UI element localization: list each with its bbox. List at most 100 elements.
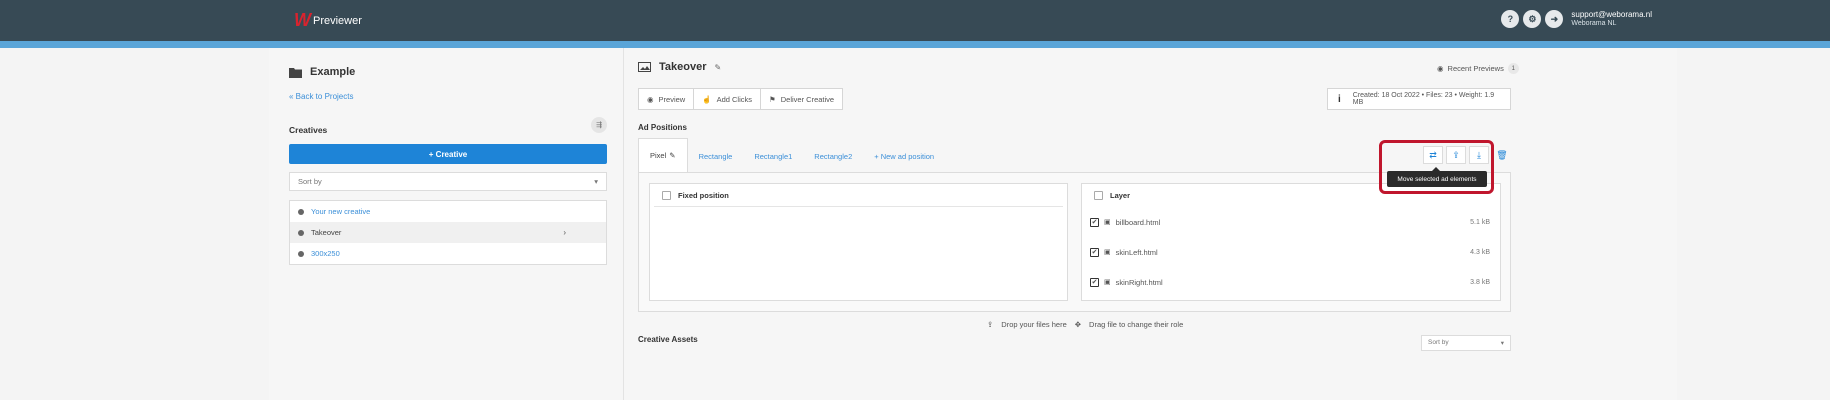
fixed-position-header: Fixed position bbox=[654, 184, 1063, 207]
eye-icon: ◉ bbox=[647, 94, 654, 104]
layer-checkbox[interactable]: ✔ bbox=[1090, 277, 1099, 287]
layer-checkbox[interactable]: ✔ bbox=[1090, 217, 1099, 227]
preview-button[interactable]: ◉ Preview bbox=[639, 89, 695, 109]
edit-icon[interactable]: ✎ bbox=[669, 151, 675, 160]
creative-assets-heading: Creative Assets bbox=[638, 335, 698, 344]
creative-list: Your new creative Takeover › 300x250 bbox=[289, 200, 607, 265]
assets-sort-select[interactable]: Sort by ▾ bbox=[1421, 335, 1511, 351]
list-item[interactable]: Your new creative bbox=[290, 201, 606, 222]
layer-file: skinLeft.html bbox=[1115, 247, 1158, 257]
tab-label: Rectangle2 bbox=[814, 151, 853, 161]
drop-files-text: Drop your files here bbox=[1001, 320, 1067, 329]
status-dot-icon bbox=[298, 229, 304, 236]
fixed-position-label: Fixed position bbox=[678, 190, 729, 200]
user-email: support@weborama.nl bbox=[1571, 10, 1652, 19]
list-item[interactable]: Takeover › bbox=[290, 222, 606, 243]
html-file-icon: ▣ bbox=[1104, 249, 1111, 256]
recent-previews-count: 1 bbox=[1507, 63, 1519, 74]
creative-name: 300x250 bbox=[311, 249, 340, 258]
tab-rectangle1[interactable]: Rectangle1 bbox=[743, 140, 803, 172]
layer-checkbox[interactable]: ✔ bbox=[1090, 247, 1099, 257]
layer-file: billboard.html bbox=[1115, 217, 1161, 227]
creative-title-text: Takeover bbox=[659, 61, 707, 73]
layer-box: Layer ✔ ▣ billboard.html 5.1 kB ✔ ▣ skin… bbox=[1081, 183, 1501, 301]
image-icon bbox=[638, 62, 651, 72]
app-logo[interactable]: W Previewer bbox=[294, 10, 362, 31]
fixed-position-checkbox[interactable] bbox=[662, 190, 671, 200]
user-info[interactable]: support@weborama.nl Weborama NL bbox=[1571, 10, 1652, 28]
page-content: Example « Back to Projects Creatives ⇶ +… bbox=[269, 48, 1677, 400]
table-row[interactable]: ✔ ▣ billboard.html 5.1 kB bbox=[1082, 207, 1500, 237]
table-row[interactable]: ✔ ▣ skinLeft.html 4.3 kB bbox=[1082, 237, 1500, 267]
deliver-label: Deliver Creative bbox=[780, 94, 835, 104]
add-clicks-button[interactable]: ☝ Add Clicks bbox=[694, 89, 762, 109]
folder-icon bbox=[289, 67, 302, 78]
tab-rectangle2[interactable]: Rectangle2 bbox=[803, 140, 863, 172]
header-accent-bar bbox=[0, 41, 1830, 48]
table-row[interactable]: ✔ ▣ skinRight.html 3.8 kB bbox=[1082, 267, 1500, 297]
back-to-projects-link[interactable]: « Back to Projects bbox=[289, 92, 353, 101]
creative-title: Takeover ✎ bbox=[638, 61, 721, 73]
layer-label: Layer bbox=[1110, 191, 1131, 200]
help-icon[interactable]: ? bbox=[1501, 10, 1520, 28]
add-clicks-label: Add Clicks bbox=[716, 94, 753, 104]
sort-select[interactable]: Sort by ▾ bbox=[289, 172, 607, 191]
preview-label: Preview bbox=[658, 94, 686, 104]
tab-rectangle[interactable]: Rectangle bbox=[688, 140, 744, 172]
trash-icon[interactable]: 🗑 bbox=[1492, 146, 1512, 164]
add-creative-button[interactable]: + Creative bbox=[289, 144, 607, 164]
project-title-text: Example bbox=[310, 66, 356, 78]
user-org: Weborama NL bbox=[1571, 20, 1617, 27]
layer-size: 5.1 kB bbox=[1470, 218, 1490, 226]
settings-icon[interactable]: ⚙ bbox=[1523, 10, 1542, 28]
status-dot-icon bbox=[298, 208, 304, 215]
logout-icon[interactable]: ➜ bbox=[1545, 10, 1564, 28]
layer-size: 3.8 kB bbox=[1470, 278, 1490, 286]
recent-previews-label: Recent Previews bbox=[1447, 64, 1504, 73]
project-title: Example bbox=[289, 66, 355, 78]
weborama-logo-icon: W bbox=[294, 10, 311, 30]
app-name: Previewer bbox=[313, 14, 362, 27]
ad-position-panel: Fixed position Layer ✔ ▣ billboard.html … bbox=[638, 172, 1511, 312]
recent-previews-button[interactable]: ◉ Recent Previews 1 bbox=[1437, 63, 1519, 74]
filter-icon[interactable]: ⇶ bbox=[591, 117, 607, 133]
tab-pixel[interactable]: Pixel ✎ bbox=[638, 138, 688, 172]
move-elements-tooltip: Move selected ad elements bbox=[1387, 167, 1487, 187]
ad-positions-heading: Ad Positions bbox=[638, 123, 687, 132]
tab-label: Rectangle bbox=[698, 151, 733, 161]
upload-icon: ⇪ bbox=[987, 320, 994, 329]
eye-icon: ◉ bbox=[1437, 64, 1444, 73]
creative-name: Your new creative bbox=[311, 207, 371, 216]
main-panel: Takeover ✎ ◉ Recent Previews 1 ◉ Preview… bbox=[624, 48, 1677, 400]
tab-label: Pixel bbox=[650, 151, 667, 160]
sort-select-value: Sort by bbox=[298, 177, 322, 186]
creative-name: Takeover bbox=[311, 228, 342, 237]
creatives-heading: Creatives bbox=[289, 125, 328, 135]
creative-info: i Created: 18 Oct 2022 • Files: 23 • Wei… bbox=[1327, 88, 1511, 110]
drop-hint: ⇪ Drop your files here ✥ Drag file to ch… bbox=[987, 320, 1183, 329]
layer-file: skinRight.html bbox=[1115, 277, 1163, 287]
edit-icon[interactable]: ✎ bbox=[715, 63, 722, 72]
html-file-icon: ▣ bbox=[1104, 219, 1111, 226]
top-navbar: W Previewer ? ⚙ ➜ support@weborama.nl We… bbox=[0, 0, 1830, 41]
chevron-down-icon: ▾ bbox=[594, 177, 598, 186]
layer-size: 4.3 kB bbox=[1470, 248, 1490, 256]
user-area: ? ⚙ ➜ support@weborama.nl Weborama NL bbox=[1501, 10, 1652, 28]
select-all-checkbox[interactable] bbox=[1094, 191, 1103, 200]
html-file-icon: ▣ bbox=[1104, 279, 1111, 286]
tab-label: Rectangle1 bbox=[754, 151, 793, 161]
list-item[interactable]: 300x250 bbox=[290, 243, 606, 264]
sidebar: Example « Back to Projects Creatives ⇶ +… bbox=[269, 48, 623, 400]
new-ad-position-button[interactable]: + New ad position bbox=[863, 140, 945, 172]
status-dot-icon bbox=[298, 250, 304, 257]
chevron-down-icon: ▾ bbox=[1500, 340, 1504, 347]
ad-position-tabs: Pixel ✎ Rectangle Rectangle1 Rectangle2 … bbox=[638, 138, 945, 172]
flag-icon: ⚑ bbox=[769, 94, 776, 104]
chevron-right-icon: › bbox=[563, 228, 566, 237]
drag-files-text: Drag file to change their role bbox=[1089, 320, 1184, 329]
deliver-creative-button[interactable]: ⚑ Deliver Creative bbox=[761, 89, 842, 109]
action-toolbar: ◉ Preview ☝ Add Clicks ⚑ Deliver Creativ… bbox=[638, 88, 844, 110]
fixed-position-box: Fixed position bbox=[649, 183, 1068, 301]
info-icon: i bbox=[1338, 93, 1341, 105]
creative-info-text: Created: 18 Oct 2022 • Files: 23 • Weigh… bbox=[1352, 92, 1495, 106]
